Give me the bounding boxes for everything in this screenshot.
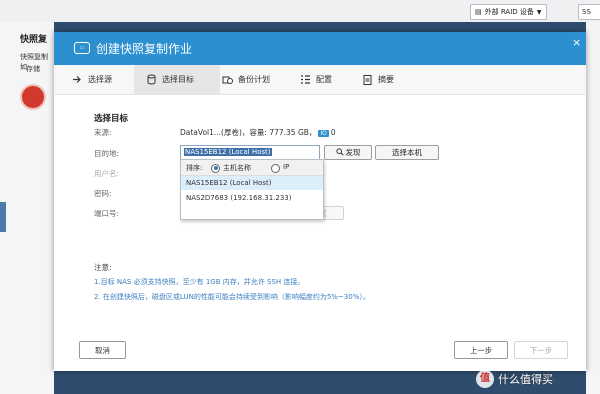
close-icon[interactable]: × bbox=[572, 36, 581, 49]
note-item: 1.目标 NAS 必须支持快照，至少有 1GB 内存，并允许 SSH 连接。 bbox=[94, 278, 305, 286]
smzdm-logo-icon: 值 bbox=[476, 370, 494, 388]
background-tab[interactable]: 存储 bbox=[26, 64, 40, 74]
dropdown-option-local-host[interactable]: NAS15EB12 (Local Host) bbox=[181, 176, 323, 190]
step-configure: 配置 bbox=[300, 65, 332, 94]
search-icon bbox=[335, 147, 344, 158]
database-icon bbox=[146, 74, 157, 85]
arrow-right-icon bbox=[72, 74, 83, 85]
source-value: DataVol1...(厚卷)，容量: 777.35 GB， IO 0 bbox=[180, 127, 336, 138]
storage-icon: ▤ bbox=[475, 8, 482, 16]
sort-host-label: 主机名称 bbox=[223, 164, 251, 172]
sort-host-radio[interactable] bbox=[211, 163, 220, 173]
step-backup-schedule: 备份计划 bbox=[222, 65, 270, 94]
background-selection-bar bbox=[0, 202, 6, 232]
external-raid-device-button[interactable]: ▤ 外部 RAID 设备 ▼ bbox=[470, 4, 547, 20]
chevron-down-icon: ▼ bbox=[536, 8, 542, 16]
destination-select[interactable]: NAS15EB12 (Local Host) bbox=[180, 145, 320, 160]
previous-step-button[interactable]: 上一步 bbox=[454, 341, 508, 359]
clipboard-icon bbox=[362, 74, 373, 85]
background-title: 快照复 bbox=[20, 35, 48, 45]
source-label: 来源: bbox=[94, 128, 112, 137]
io-badge: IO bbox=[318, 130, 329, 137]
source-value-suffix: 0 bbox=[330, 128, 336, 137]
discover-label: 发现 bbox=[345, 148, 361, 157]
watermark: 值 什么值得买 bbox=[476, 370, 553, 388]
step-label: 配置 bbox=[316, 75, 332, 84]
discover-button[interactable]: 发现 bbox=[324, 145, 372, 160]
step-summary: 摘要 bbox=[362, 65, 394, 94]
watermark-text: 什么值得买 bbox=[498, 373, 553, 386]
snapshot-logo-icon: ▭ bbox=[74, 42, 90, 54]
create-snapshot-replication-dialog: ▭ 创建快照复制作业 × 选择源 选择目标 备份计划 配置 摘要 选择目标 来源… bbox=[54, 32, 586, 371]
schedule-icon bbox=[222, 74, 233, 85]
username-label: 用户名: bbox=[94, 169, 120, 178]
wizard-steps: 选择源 选择目标 备份计划 配置 摘要 bbox=[54, 65, 586, 95]
top-bar: ▤ 外部 RAID 设备 ▼ SS bbox=[0, 0, 600, 23]
password-label: 密码: bbox=[94, 189, 112, 198]
sort-row: 排序: 主机名称 IP bbox=[181, 160, 323, 176]
warning-icon bbox=[20, 84, 46, 110]
dialog-title: 创建快照复制作业 bbox=[96, 42, 193, 56]
notes-title: 注意: bbox=[94, 263, 112, 272]
note-item: 2. 在创建快照后，磁盘区或LUN的性能可能会持续受到影响（影响幅度约为5%~3… bbox=[94, 293, 370, 301]
list-icon bbox=[300, 74, 311, 85]
source-value-text: DataVol1...(厚卷)，容量: 777.35 GB， bbox=[180, 128, 317, 137]
port-label: 端口号: bbox=[94, 209, 120, 218]
destination-label: 目的地: bbox=[94, 149, 120, 158]
step-divider bbox=[208, 65, 216, 93]
step-select-source: 选择源 bbox=[72, 65, 112, 94]
ss-button[interactable]: SS bbox=[578, 4, 600, 20]
step-label: 选择目标 bbox=[162, 75, 194, 84]
step-label: 备份计划 bbox=[238, 75, 270, 84]
select-local-button[interactable]: 选择本机 bbox=[375, 145, 439, 160]
dialog-header: ▭ 创建快照复制作业 × bbox=[54, 32, 586, 65]
background-left-panel: 快照复 快照复制如 存储 bbox=[0, 22, 54, 394]
background-right-panel bbox=[586, 22, 600, 394]
step-label: 摘要 bbox=[378, 75, 394, 84]
next-step-button[interactable]: 下一步 bbox=[514, 341, 568, 359]
destination-selected-value: NAS15EB12 (Local Host) bbox=[184, 147, 272, 156]
sort-ip-label: IP bbox=[283, 163, 290, 171]
sort-ip-radio[interactable] bbox=[271, 163, 280, 173]
sort-label: 排序: bbox=[186, 164, 203, 172]
external-raid-label: 外部 RAID 设备 bbox=[484, 8, 534, 16]
step-label: 选择源 bbox=[88, 75, 112, 84]
destination-dropdown: 排序: 主机名称 IP NAS15EB12 (Local Host) NAS2D… bbox=[180, 159, 324, 220]
section-title: 选择目标 bbox=[94, 114, 129, 124]
cancel-button[interactable]: 取消 bbox=[79, 341, 126, 359]
dropdown-option-nas2d7683[interactable]: NAS2D7683 (192.168.31.233) bbox=[181, 191, 323, 205]
